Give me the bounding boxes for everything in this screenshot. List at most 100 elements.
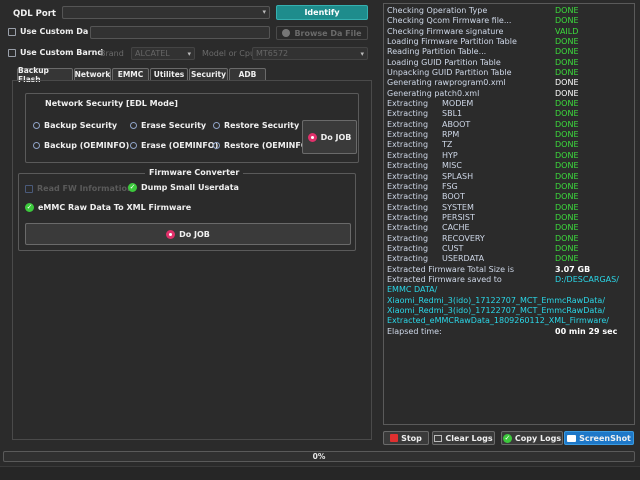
- log-status: DONE: [555, 254, 579, 264]
- model-select[interactable]: MT6572 ▾: [252, 47, 368, 60]
- copy-logs-button[interactable]: ✓ Copy Logs: [501, 431, 563, 445]
- log-line-elapsed: Elapsed time: 00 min 29 sec: [387, 327, 631, 337]
- log-status: DONE: [555, 161, 579, 171]
- log-status: DONE: [555, 212, 579, 222]
- log-line-extracting: Extracting DONE CACHE: [387, 223, 631, 233]
- brand-value: ALCATEL: [135, 49, 170, 58]
- use-custom-da-label: Use Custom Da: [20, 27, 89, 36]
- log-key: Extracting: [387, 99, 429, 109]
- backup-oeminfo-radio[interactable]: Backup (OEMINFO): [33, 141, 129, 150]
- brand-select[interactable]: ALCATEL ▾: [131, 47, 195, 60]
- identify-label: Identify: [304, 8, 340, 17]
- radio-circle[interactable]: [33, 122, 40, 129]
- checkmark-icon[interactable]: ✓: [128, 183, 137, 192]
- network-do-job-button[interactable]: Do JOB: [302, 120, 357, 154]
- browse-da-label: Browse Da File: [294, 28, 362, 38]
- copy-icon: ✓: [502, 433, 512, 443]
- restore-security-label: Restore Security: [224, 121, 300, 130]
- read-fw-checkbox[interactable]: Read FW Information: [25, 184, 133, 193]
- checkmark-icon[interactable]: ✓: [25, 203, 34, 212]
- log-status: DONE: [555, 233, 579, 243]
- gear-icon: [282, 29, 291, 37]
- log-line: Loading Firmware Partition Table DONE: [387, 37, 631, 47]
- radio-circle[interactable]: [33, 142, 40, 149]
- radio-circle[interactable]: [130, 142, 137, 149]
- log-line-extracting: Extracting DONE SBL1: [387, 109, 631, 119]
- qdl-port-select[interactable]: ▾: [62, 6, 270, 19]
- log-key: Extracting: [387, 161, 429, 171]
- radio-circle[interactable]: [130, 122, 137, 129]
- log-key: Extracted Firmware Total Size is: [387, 264, 514, 274]
- log-line-extracting: Extracting DONE FSG: [387, 182, 631, 192]
- model-label: Model or Cpu: [202, 49, 256, 58]
- chevron-down-icon: ▾: [360, 50, 364, 58]
- log-key: Extracting: [387, 233, 429, 243]
- backup-security-label: Backup Security: [44, 121, 118, 130]
- qdl-port-label: QDL Port: [13, 9, 56, 19]
- clear-logs-button[interactable]: Clear Logs: [432, 431, 495, 445]
- log-line-extracting: Extracting DONE RECOVERY: [387, 234, 631, 244]
- backup-security-radio[interactable]: Backup Security: [33, 121, 117, 130]
- progress-bar: 0%: [3, 451, 635, 462]
- log-key: Extracting: [387, 119, 429, 129]
- read-fw-label: Read FW Information: [37, 184, 133, 193]
- erase-security-radio[interactable]: Erase Security: [130, 121, 206, 130]
- stop-button[interactable]: Stop: [383, 431, 429, 445]
- log-line: Loading GUID Partition Table DONE: [387, 58, 631, 68]
- firmware-do-job-button[interactable]: Do JOB: [25, 223, 351, 245]
- chevron-down-icon: ▾: [187, 50, 191, 58]
- log-line-path: Extracted_eMMCRawData_1809260112_XML_Fir…: [387, 316, 631, 326]
- log-line-extracting: Extracting DONE SPLASH: [387, 172, 631, 182]
- dump-userdata-checkbox[interactable]: ✓ Dump Small Userdata: [128, 183, 239, 192]
- restore-oeminfo-radio[interactable]: Restore (OEMINFO): [213, 141, 311, 150]
- log-panel[interactable]: Checking Operation Type DONE Checking Qcom…: [383, 3, 635, 425]
- log-line-extracting: Extracting DONE RPM: [387, 130, 631, 140]
- log-status: D:/DESCARGAS/: [555, 274, 619, 284]
- partition-name: RPM: [442, 130, 460, 140]
- screenshot-label: ScreenShot: [579, 433, 631, 443]
- log-line-extracting: Extracting DONE MISC: [387, 161, 631, 171]
- dump-userdata-label: Dump Small Userdata: [141, 183, 239, 192]
- restore-oeminfo-label: Restore (OEMINFO): [224, 141, 312, 150]
- log-key: Extracting: [387, 202, 429, 212]
- partition-name: USERDATA: [442, 254, 485, 264]
- restore-security-radio[interactable]: Restore Security: [213, 121, 299, 130]
- checkbox-box[interactable]: [8, 48, 16, 57]
- log-status: DONE: [555, 202, 579, 212]
- log-line: Checking Qcom Firmware file... DONE: [387, 16, 631, 26]
- clear-logs-label: Clear Logs: [445, 433, 493, 443]
- radio-circle[interactable]: [213, 122, 220, 129]
- use-custom-brand-checkbox[interactable]: Use Custom Barnd: [8, 48, 103, 57]
- log-key: Xiaomi_Redmi_3(ido)_17122707_MCT_EmmcRaw…: [387, 305, 606, 315]
- checkbox-box[interactable]: [8, 27, 16, 36]
- log-line: Reading Partition Table... DONE: [387, 47, 631, 57]
- record-icon: [166, 229, 176, 239]
- use-custom-brand-label: Use Custom Barnd: [20, 48, 104, 57]
- checkbox-box[interactable]: [25, 184, 33, 193]
- partition-name: MODEM: [442, 99, 474, 109]
- partition-name: FSG: [442, 181, 458, 191]
- log-key: Extracting: [387, 150, 429, 160]
- record-icon: [307, 132, 317, 142]
- log-key: Extracting: [387, 243, 429, 253]
- custom-da-path-input[interactable]: [90, 26, 270, 39]
- log-status: DONE: [555, 16, 579, 26]
- radio-circle[interactable]: [213, 142, 220, 149]
- log-key: Checking Qcom Firmware file...: [387, 16, 512, 26]
- partition-name: TZ: [442, 140, 453, 150]
- emmc-raw-label: eMMC Raw Data To XML Firmware: [38, 203, 192, 212]
- partition-name: CUST: [442, 243, 464, 253]
- emmc-raw-checkbox[interactable]: ✓ eMMC Raw Data To XML Firmware: [25, 203, 191, 212]
- clear-icon: [434, 434, 443, 442]
- log-line-extracting: Extracting DONE MODEM: [387, 99, 631, 109]
- use-custom-da-checkbox[interactable]: Use Custom Da: [8, 27, 88, 36]
- erase-oeminfo-radio[interactable]: Erase (OEMINFO): [130, 141, 218, 150]
- screenshot-button[interactable]: ScreenShot: [564, 431, 634, 445]
- log-key: Elapsed time:: [387, 326, 442, 336]
- browse-da-button[interactable]: Browse Da File: [276, 26, 368, 40]
- identify-button[interactable]: Identify: [276, 5, 368, 20]
- log-status: DONE: [555, 88, 579, 98]
- log-key: Extracting: [387, 192, 429, 202]
- stop-label: Stop: [401, 433, 422, 443]
- log-key: EMMC DATA/: [387, 285, 438, 295]
